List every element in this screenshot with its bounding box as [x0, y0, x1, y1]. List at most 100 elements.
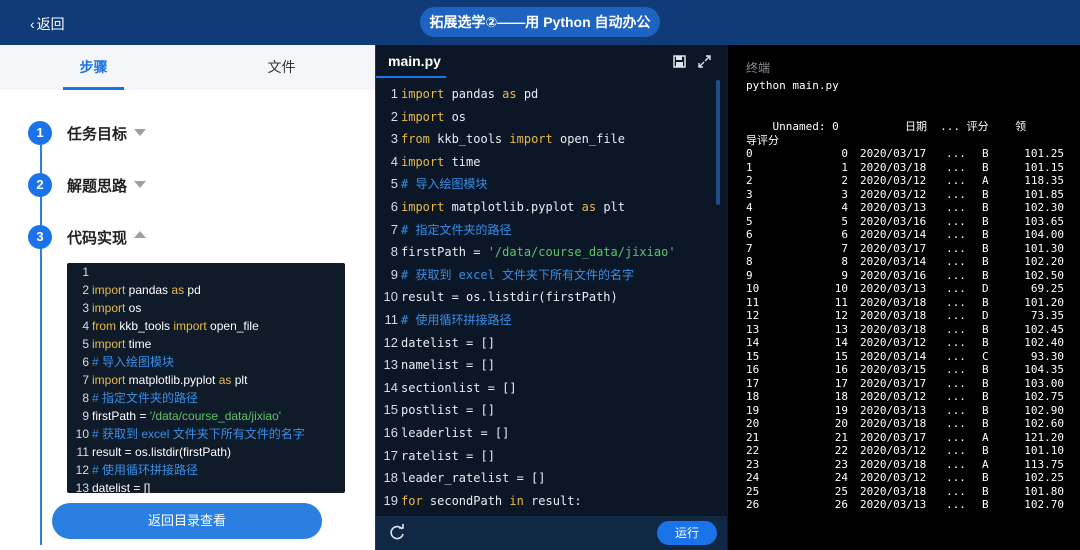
unnamed-value: 15	[834, 349, 848, 363]
tab-steps[interactable]: 步骤	[0, 45, 187, 90]
code-text: datelist = []	[401, 335, 495, 350]
back-button[interactable]: ‹ 返回	[30, 14, 65, 34]
leader-score-value: 101.85	[1024, 187, 1064, 201]
row-index: 2	[746, 174, 753, 187]
grade-value: B	[982, 201, 989, 214]
line-number: 17	[383, 447, 398, 463]
line-number: 7	[390, 221, 398, 237]
date-value: 2020/03/18	[860, 322, 927, 336]
date-value: 2020/03/15	[860, 363, 927, 376]
code-line: 5 # 导入绘图模块	[376, 173, 716, 196]
row-index: 14	[746, 336, 760, 349]
save-icon[interactable]	[673, 55, 686, 68]
ellipsis: ...	[946, 228, 966, 241]
line-number: 10	[75, 427, 89, 441]
code-line: 17 ratelist = []	[376, 445, 716, 468]
grade-value: B	[982, 363, 989, 376]
line-number: 9	[82, 409, 89, 423]
code-line: 7 # 指定文件夹的路径	[376, 219, 716, 242]
code-line: 14 sectionlist = []	[376, 377, 716, 400]
date-value: 2020/03/17	[860, 147, 927, 160]
unnamed-value: 22	[834, 444, 848, 457]
unnamed-value: 0	[841, 147, 848, 160]
ellipsis: ...	[946, 498, 966, 511]
course-title: 拓展选学②——用 Python 自动办公	[420, 7, 660, 37]
row-index: 24	[746, 471, 760, 484]
code-text: # 获取到 excel 文件夹下所有文件的名字	[401, 267, 635, 282]
grade-value: D	[982, 282, 989, 295]
date-value: 2020/03/12	[860, 390, 927, 403]
code-text: # 获取到 excel 文件夹下所有文件的名字	[92, 427, 305, 441]
ellipsis: ...	[946, 390, 966, 403]
leader-score-value: 102.70	[1024, 498, 1064, 511]
code-text: from kkb_tools import open_file	[92, 319, 259, 333]
ellipsis: ...	[946, 174, 966, 187]
unnamed-value: 9	[841, 268, 848, 282]
code-text: # 指定文件夹的路径	[401, 222, 512, 237]
leader-score-value: 121.20	[1024, 430, 1064, 444]
tab-files[interactable]: 文件	[188, 45, 375, 90]
code-editor: main.py 1 import pandas as pd 2 import os 3 f…	[375, 45, 727, 550]
unnamed-value: 20	[834, 417, 848, 430]
unnamed-value: 17	[834, 376, 848, 390]
row-index: 18	[746, 390, 760, 403]
line-number: 6	[82, 355, 89, 369]
code-text: firstPath = '/data/course_data/jixiao'	[92, 409, 282, 423]
grade-value: B	[982, 336, 989, 349]
date-value: 2020/03/12	[860, 444, 927, 457]
line-number: 13	[383, 357, 398, 373]
grade-value: B	[982, 228, 989, 241]
run-button[interactable]: 运行	[657, 521, 717, 545]
line-number: 15	[383, 402, 398, 418]
editor-scrollbar[interactable]	[716, 80, 720, 205]
editor-file-tab[interactable]: main.py	[388, 53, 441, 69]
line-number: 11	[76, 445, 89, 459]
date-value: 2020/03/12	[860, 336, 927, 349]
row-index: 0	[746, 147, 753, 160]
code-text: import pandas as pd	[401, 87, 539, 101]
back-to-list-button[interactable]: 返回目录查看	[52, 503, 322, 539]
expand-icon[interactable]	[698, 55, 711, 68]
ellipsis: ...	[946, 295, 966, 309]
editor-code-area[interactable]: 1 import pandas as pd 2 import os 3 from kkb_…	[376, 83, 716, 512]
code-text: import matplotlib.pyplot as plt	[401, 199, 625, 214]
ellipsis: ...	[946, 363, 966, 376]
row-index: 17	[746, 376, 760, 390]
leader-score-value: 102.30	[1024, 201, 1064, 214]
unnamed-value: 13	[834, 322, 848, 336]
unnamed-value: 8	[841, 255, 848, 268]
leader-score-value: 101.10	[1024, 444, 1064, 457]
grade-value: C	[982, 349, 989, 363]
leader-score-value: 113.75	[1024, 457, 1064, 471]
ellipsis: ...	[946, 430, 966, 444]
line-number: 10	[383, 289, 398, 305]
date-value: 2020/03/14	[860, 255, 927, 268]
code-text: for secondPath in result:	[401, 493, 582, 508]
unnamed-value: 3	[841, 187, 848, 201]
leader-score-value: 101.25	[1024, 147, 1064, 160]
unnamed-value: 16	[834, 363, 848, 376]
code-text: # 导入绘图模块	[92, 355, 175, 369]
leader-score-value: 102.60	[1024, 417, 1064, 430]
date-value: 2020/03/18	[860, 309, 927, 322]
row-index: 20	[746, 417, 760, 430]
unnamed-value: 12	[834, 309, 848, 322]
terminal-table-header: Unnamed: 0 日期 ... 评分 领 导评分	[746, 120, 1026, 147]
line-number: 18	[383, 470, 398, 486]
ellipsis: ...	[946, 255, 966, 268]
refresh-icon[interactable]	[388, 524, 406, 542]
date-value: 2020/03/12	[860, 471, 927, 484]
date-value: 2020/03/18	[860, 160, 927, 174]
grade-value: B	[982, 160, 989, 174]
date-value: 2020/03/17	[860, 376, 927, 390]
grade-value: A	[982, 174, 989, 187]
step-number: 3	[28, 225, 52, 249]
chevron-left-icon: ‹	[30, 16, 35, 32]
grade-value: B	[982, 498, 989, 511]
ellipsis: ...	[946, 457, 966, 471]
unnamed-value: 1	[841, 160, 848, 174]
step-number: 1	[28, 121, 52, 145]
ellipsis: ...	[946, 376, 966, 390]
line-number: 1	[390, 86, 398, 101]
unnamed-value: 7	[841, 241, 848, 255]
